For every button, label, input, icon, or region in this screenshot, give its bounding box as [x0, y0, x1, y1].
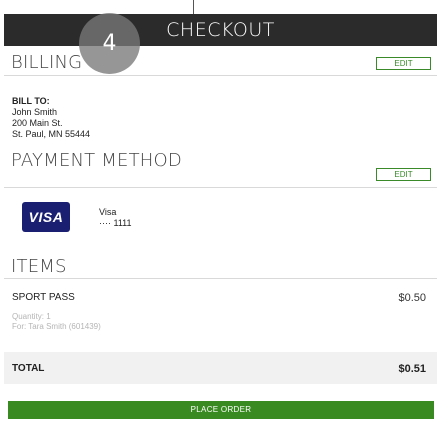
item-price: $0.50: [398, 292, 426, 304]
checkout-header: CHECKOUT: [4, 14, 437, 46]
billing-title: BILLING: [11, 52, 83, 73]
step-badge: 4: [79, 13, 140, 74]
divider: [4, 187, 437, 188]
item-name: SPORT PASS: [12, 292, 75, 303]
divider: [4, 278, 437, 279]
payment-title: PAYMENT METHOD: [11, 150, 182, 171]
billing-address-line2: St. Paul, MN 55444: [12, 129, 91, 139]
visa-card-icon: VISA: [22, 202, 70, 232]
billing-address-line1: 200 Main St.: [12, 118, 63, 128]
divider: [4, 75, 437, 76]
billing-name: John Smith: [12, 107, 58, 117]
card-number-masked: ···· 1111: [99, 218, 132, 228]
total-row: TOTAL $0.51: [4, 352, 437, 384]
items-title: ITEMS: [11, 256, 67, 277]
place-order-button[interactable]: PLACE ORDER: [8, 401, 434, 419]
total-value: $0.51: [398, 363, 426, 375]
card-type: Visa: [99, 207, 117, 217]
top-divider: [193, 0, 194, 14]
billing-edit-button[interactable]: EDIT: [376, 57, 431, 70]
total-label: TOTAL: [12, 363, 45, 374]
checkout-panel: CHECKOUT BILLING EDIT BILL TO: John Smit…: [4, 14, 437, 430]
visa-logo-text: VISA: [28, 209, 64, 225]
payment-edit-button[interactable]: EDIT: [376, 168, 431, 181]
bill-to-label: BILL TO:: [12, 96, 50, 106]
item-for: For: Tara Smith (601439): [12, 322, 101, 331]
page-title: CHECKOUT: [166, 19, 275, 41]
